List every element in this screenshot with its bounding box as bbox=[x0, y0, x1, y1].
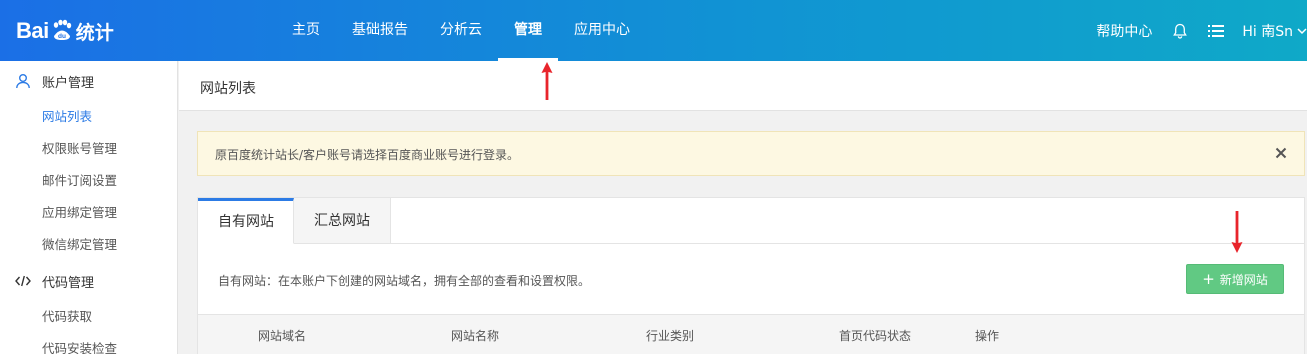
nav-management[interactable]: 管理 bbox=[498, 0, 558, 61]
tab-own-sites[interactable]: 自有网站 bbox=[198, 198, 294, 244]
top-header: Bai du 统计 主页 基础报告 分析云 管理 应用中心 帮助中心 Hi 南S… bbox=[0, 0, 1307, 61]
column-header-actions: 操作 bbox=[975, 329, 1000, 343]
site-tabs: 自有网站 汇总网站 bbox=[198, 198, 391, 244]
main-nav: 主页 基础报告 分析云 管理 应用中心 bbox=[276, 0, 646, 61]
sidebar-item-site-list[interactable]: 网站列表 bbox=[0, 101, 177, 133]
nav-home[interactable]: 主页 bbox=[276, 0, 336, 61]
page-header: 网站列表 bbox=[179, 61, 1307, 111]
nav-app-center[interactable]: 应用中心 bbox=[558, 0, 646, 61]
page-title: 网站列表 bbox=[200, 81, 256, 97]
svg-text:du: du bbox=[58, 33, 66, 40]
tab-summary-sites[interactable]: 汇总网站 bbox=[294, 198, 391, 244]
notice-text: 原百度统计站长/客户账号请选择百度商业账号进行登录。 bbox=[215, 148, 520, 162]
sidebar-group-label: 账户管理 bbox=[42, 75, 95, 91]
sidebar-group-account[interactable]: 账户管理 bbox=[0, 61, 177, 101]
sidebar-item-app-binding[interactable]: 应用绑定管理 bbox=[0, 197, 177, 229]
column-header-industry: 行业类别 bbox=[646, 329, 695, 343]
list-icon[interactable] bbox=[1206, 21, 1226, 41]
annotation-arrow-down-icon bbox=[1231, 211, 1243, 253]
nav-analysis-cloud[interactable]: 分析云 bbox=[424, 0, 498, 61]
plus-icon: + bbox=[1202, 269, 1215, 288]
add-site-button[interactable]: + 新增网站 bbox=[1186, 264, 1284, 294]
code-icon bbox=[14, 272, 32, 290]
column-header-site-name: 网站名称 bbox=[451, 329, 500, 343]
sidebar-item-email-subscription[interactable]: 邮件订阅设置 bbox=[0, 165, 177, 197]
sidebar-item-permission-accounts[interactable]: 权限账号管理 bbox=[0, 133, 177, 165]
close-icon[interactable] bbox=[1272, 144, 1290, 162]
column-header-code-status: 首页代码状态 bbox=[839, 329, 912, 343]
sidebar: 账户管理 网站列表 权限账号管理 邮件订阅设置 应用绑定管理 微信绑定管理 代码… bbox=[0, 61, 178, 354]
bell-icon[interactable] bbox=[1170, 21, 1190, 41]
table-header: 网站域名 网站名称 行业类别 首页代码状态 操作 bbox=[198, 314, 1304, 354]
sidebar-item-wechat-binding[interactable]: 微信绑定管理 bbox=[0, 229, 177, 261]
site-panel: 自有网站 汇总网站 自有网站：在本账户下创建的网站域名，拥有全部的查看和设置权限… bbox=[197, 197, 1305, 354]
sidebar-group-label: 代码管理 bbox=[42, 275, 95, 291]
sidebar-item-code-check[interactable]: 代码安装检查 bbox=[0, 333, 177, 354]
column-header-domain: 网站域名 bbox=[258, 329, 307, 343]
baidu-tongji-logo[interactable]: Bai du 统计 bbox=[16, 14, 114, 48]
tab-description: 自有网站：在本账户下创建的网站域名，拥有全部的查看和设置权限。 bbox=[218, 274, 591, 288]
sidebar-item-get-code[interactable]: 代码获取 bbox=[0, 301, 177, 333]
nav-basic-report[interactable]: 基础报告 bbox=[336, 0, 424, 61]
chevron-down-icon bbox=[1297, 27, 1307, 34]
add-site-label: 新增网站 bbox=[1219, 272, 1268, 287]
baidu-paw-icon: du bbox=[53, 19, 71, 40]
logo-bai: Bai bbox=[16, 18, 49, 43]
logo-tongji: 统计 bbox=[75, 21, 114, 44]
annotation-arrow-up-icon bbox=[541, 62, 553, 100]
help-center-link[interactable]: 帮助中心 bbox=[1096, 21, 1152, 41]
notice-banner: 原百度统计站长/客户账号请选择百度商业账号进行登录。 bbox=[197, 131, 1305, 176]
user-menu[interactable]: Hi 南Sn bbox=[1242, 21, 1307, 41]
sidebar-group-code[interactable]: 代码管理 bbox=[0, 261, 177, 301]
user-greeting: Hi 南Sn bbox=[1242, 23, 1293, 40]
header-right: 帮助中心 Hi 南Sn bbox=[1096, 0, 1307, 61]
user-icon bbox=[14, 72, 32, 90]
